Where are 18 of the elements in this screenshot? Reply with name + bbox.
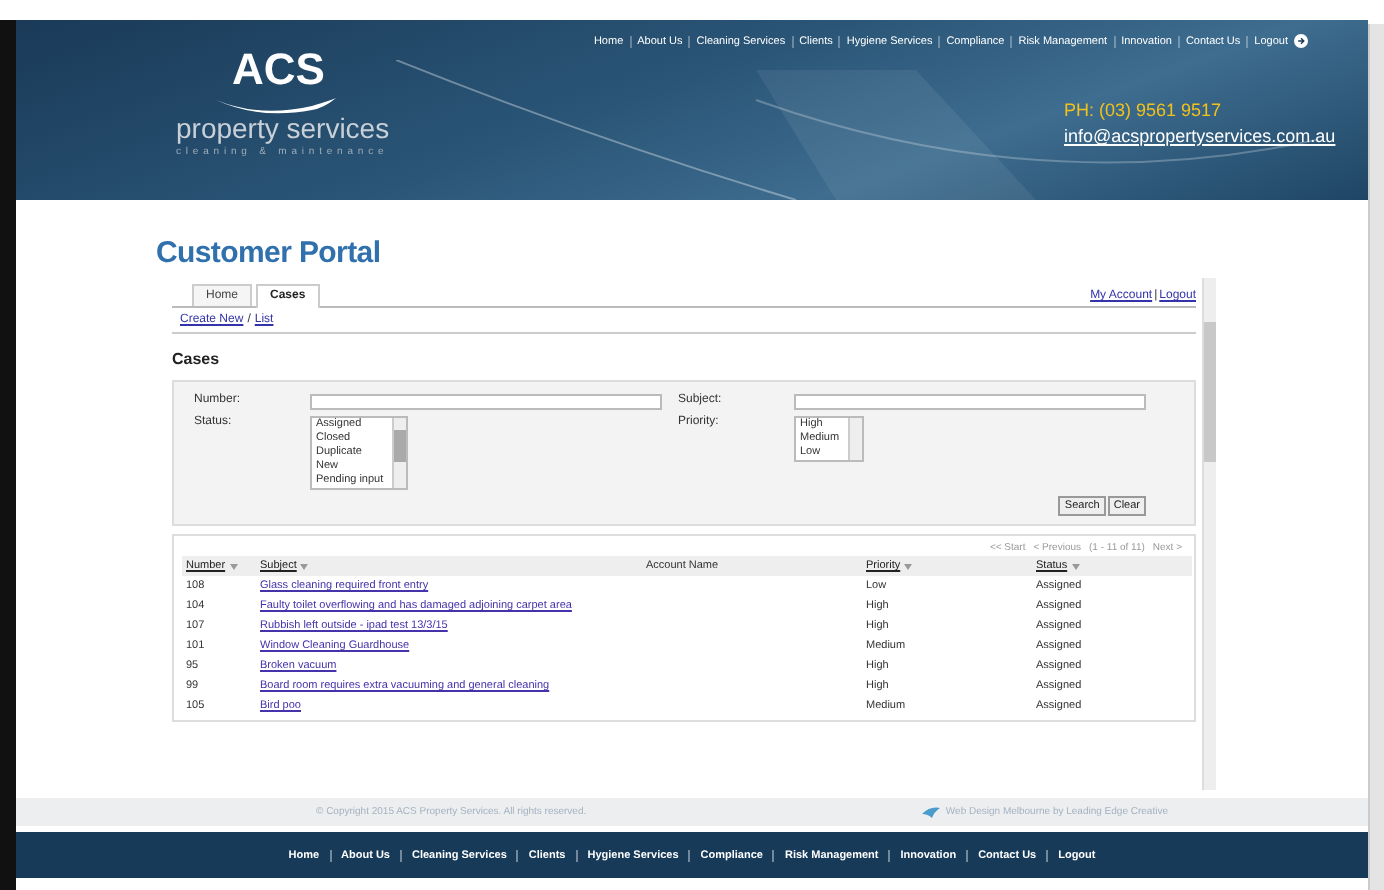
sort-icon[interactable] bbox=[1071, 562, 1080, 570]
phone-number: PH: (03) 9561 9517 bbox=[1064, 100, 1224, 120]
listbox-scrollbar[interactable] bbox=[847, 418, 862, 460]
page-title: Customer Portal bbox=[156, 236, 383, 270]
section-title: Cases bbox=[172, 350, 222, 368]
email-link[interactable]: info@acspropertyservices.com.au bbox=[1064, 126, 1368, 146]
text-field[interactable] bbox=[794, 394, 1146, 410]
sort-icon[interactable] bbox=[300, 562, 309, 570]
page-scrollbar[interactable] bbox=[1368, 24, 1384, 890]
listbox-scrollbar[interactable] bbox=[391, 418, 406, 488]
sort-icon[interactable] bbox=[229, 562, 238, 570]
logout-icon[interactable] bbox=[1294, 34, 1308, 48]
panel-scrollbar[interactable] bbox=[1202, 278, 1216, 790]
logo-text: ACS bbox=[232, 44, 327, 96]
logo-name: property services bbox=[176, 112, 392, 144]
eagle-icon bbox=[921, 806, 940, 818]
text-field[interactable] bbox=[310, 394, 662, 410]
sort-icon[interactable] bbox=[904, 562, 913, 570]
